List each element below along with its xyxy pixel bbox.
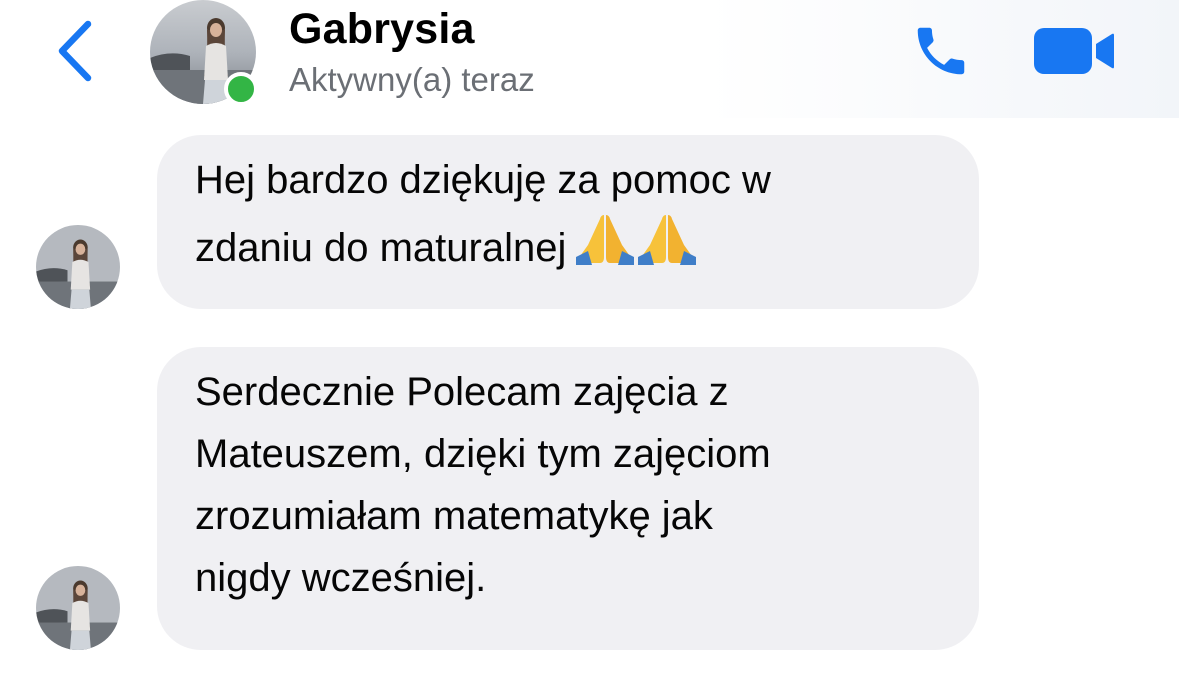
message-text-line: Hej bardzo dziękuję za pomoc w xyxy=(195,158,771,202)
back-button[interactable] xyxy=(52,18,102,84)
phone-icon xyxy=(917,27,965,75)
online-status-indicator xyxy=(224,72,258,106)
message-text-line: zdaniu do maturalnej 🙏🙏 xyxy=(195,211,939,285)
call-button[interactable] xyxy=(906,20,976,82)
contact-name[interactable]: Gabrysia xyxy=(289,6,475,52)
chat-header: Gabrysia Aktywny(a) teraz xyxy=(0,0,1179,118)
message-bubble[interactable]: Hej bardzo dziękuję za pomoc w zdaniu do… xyxy=(157,135,979,309)
video-call-button[interactable] xyxy=(1032,26,1116,76)
video-camera-icon xyxy=(1034,28,1114,74)
chevron-left-icon xyxy=(58,20,92,82)
message-text-line: Mateuszem, dzięki tym zajęciom xyxy=(195,432,771,476)
message-text-line: nigdy wcześniej. xyxy=(195,556,487,600)
message-bubble[interactable]: Serdecznie Polecam zajęcia z Mateuszem, … xyxy=(157,347,979,650)
contact-status: Aktywny(a) teraz xyxy=(289,61,535,98)
sender-avatar[interactable] xyxy=(36,225,120,309)
message-text-line: zrozumiałam matematykę jak xyxy=(195,494,713,538)
folded-hands-emoji: 🙏🙏 xyxy=(574,211,698,285)
sender-avatar[interactable] xyxy=(36,566,120,650)
message-text-fragment: zdaniu do maturalnej xyxy=(195,226,567,270)
message-text-line: Serdecznie Polecam zajęcia z xyxy=(195,370,729,414)
